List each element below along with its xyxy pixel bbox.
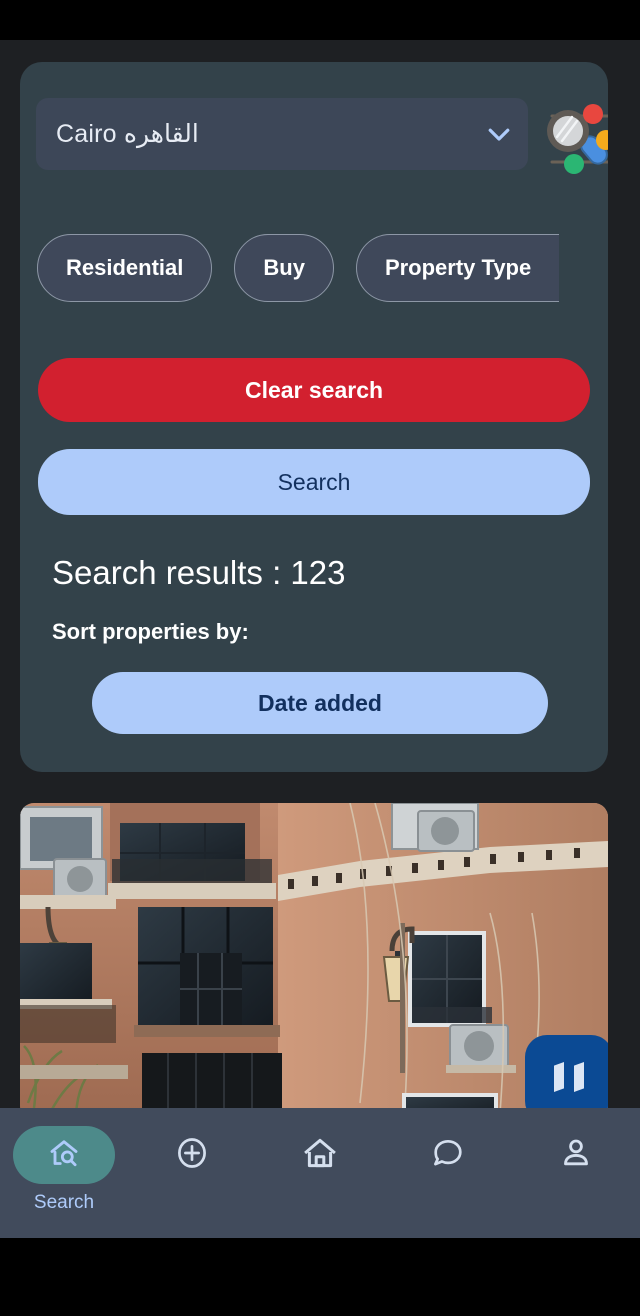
clear-search-button[interactable]: Clear search [38, 358, 590, 422]
house-search-icon [46, 1135, 82, 1176]
nav-search-label: Search [33, 1192, 95, 1213]
search-button-label: Search [277, 468, 351, 495]
chip-property-type[interactable]: Property Type [355, 234, 560, 302]
clear-search-label: Clear search [244, 376, 384, 403]
home-icon [301, 1134, 339, 1177]
nav-search[interactable]: Search [0, 1108, 128, 1238]
phone-screen: Cairo القاهره Residential Buy Property T… [0, 0, 640, 1316]
city-dropdown[interactable]: Cairo القاهره [36, 98, 528, 170]
sort-properties-label: Sort properties by: [52, 619, 249, 644]
chip-residential[interactable]: Residential [37, 234, 213, 302]
search-panel: Cairo القاهره Residential Buy Property T… [20, 62, 608, 772]
chat-bubble-icon [430, 1135, 466, 1176]
nav-add-icon-wrap[interactable] [141, 1126, 243, 1184]
chevron-down-icon[interactable] [484, 119, 514, 149]
app-body: Cairo القاهره Residential Buy Property T… [0, 40, 640, 1238]
sort-selector-button[interactable]: Date added [92, 672, 548, 734]
chip-buy-label: Buy [263, 255, 305, 280]
search-results-count: Search results : 123 [52, 554, 346, 591]
plus-circle-icon [174, 1135, 210, 1176]
city-row: Cairo القاهره [36, 98, 608, 174]
system-gesture-bar [0, 1238, 640, 1316]
filter-chip-row: Residential Buy Property Type [37, 234, 608, 302]
nav-messages-icon-wrap[interactable] [397, 1126, 499, 1184]
nav-add[interactable] [128, 1108, 256, 1238]
nav-profile-icon-wrap[interactable] [525, 1126, 627, 1184]
map-icon [549, 1057, 589, 1102]
search-button[interactable]: Search [38, 449, 590, 515]
chip-buy[interactable]: Buy [234, 234, 334, 302]
city-dropdown-value: Cairo القاهره [56, 120, 199, 148]
sort-selector-value: Date added [258, 689, 382, 716]
property-photo [20, 803, 608, 1120]
nav-profile[interactable] [512, 1108, 640, 1238]
bottom-navigation-bar: Search [0, 1108, 640, 1238]
nav-home-icon-wrap[interactable] [269, 1126, 371, 1184]
nav-search-pill[interactable] [13, 1126, 115, 1184]
nav-home[interactable] [256, 1108, 384, 1238]
nav-messages[interactable] [384, 1108, 512, 1238]
search-filter-illustration-icon [538, 91, 608, 177]
chip-property-type-label: Property Type [384, 255, 532, 280]
property-image-card[interactable] [20, 803, 608, 1120]
chip-residential-label: Residential [66, 255, 184, 280]
status-bar [0, 0, 640, 40]
person-icon [558, 1135, 594, 1176]
